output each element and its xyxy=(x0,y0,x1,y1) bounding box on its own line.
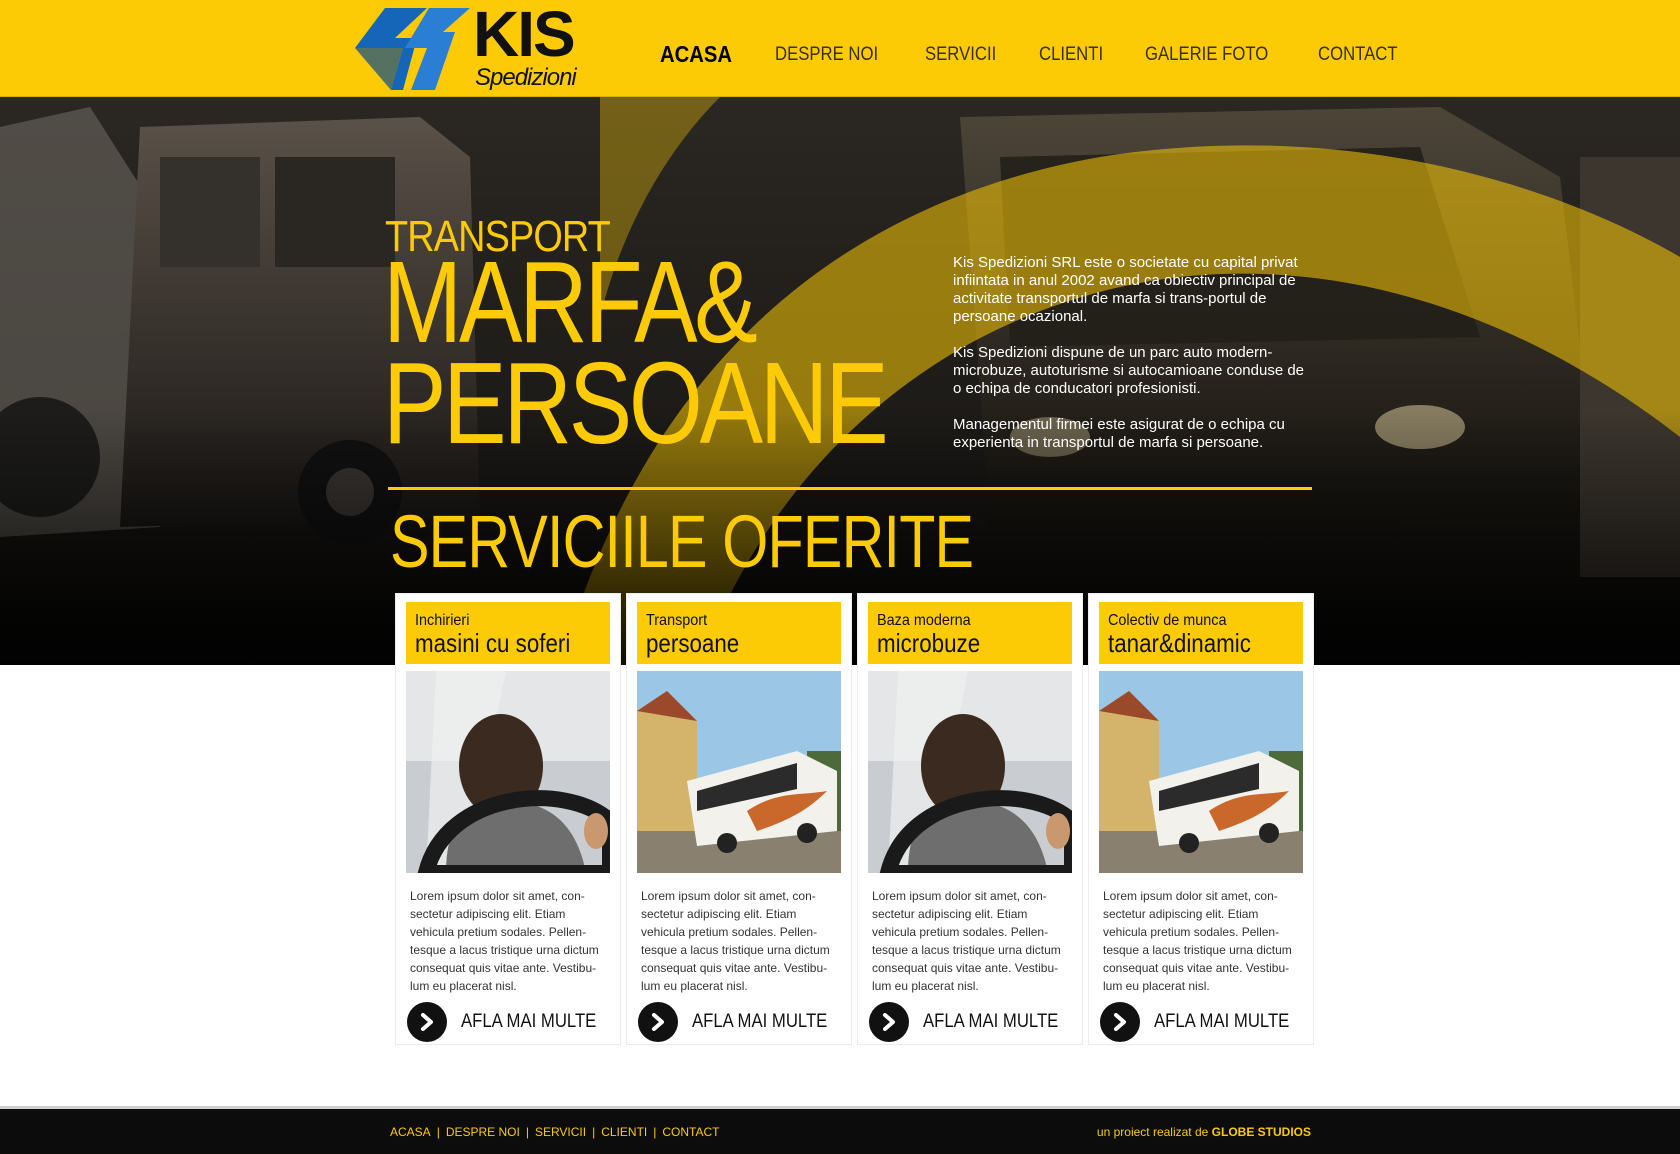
footer-link-contact[interactable]: CONTACT xyxy=(662,1125,719,1139)
read-more-button[interactable] xyxy=(407,1002,447,1042)
nav-item-acasa[interactable]: ACASA xyxy=(660,41,732,68)
service-card: Inchirieri masini cu soferi Lorem ipsum … xyxy=(396,594,620,1044)
read-more-link[interactable]: AFLA MAI MULTE xyxy=(638,1002,846,1042)
hero-divider xyxy=(388,487,1312,490)
service-cards: Inchirieri masini cu soferi Lorem ipsum … xyxy=(396,594,1313,1064)
footer-credit: un proiect realizat de GLOBE STUDIOS xyxy=(1097,1125,1311,1139)
bus-icon xyxy=(637,671,841,873)
chevron-right-icon xyxy=(883,1013,895,1031)
site-header: KIS Spedizioni ACASA DESPRE NOI SERVICII… xyxy=(0,0,1680,97)
hero-description: Kis Spedizioni SRL este o societate cu c… xyxy=(953,254,1313,470)
card-photo-bus[interactable] xyxy=(1099,671,1303,873)
card-title: persoane xyxy=(646,628,740,658)
card-photo-driver[interactable] xyxy=(406,671,610,873)
card-title: microbuze xyxy=(877,628,981,658)
nav-item-clienti[interactable]: CLIENTI xyxy=(1039,44,1103,68)
service-card: Colectiv de munca tanar&dinamic Lorem ip… xyxy=(1089,594,1313,1044)
hero-paragraph: Managementul firmei este asigurat de o e… xyxy=(953,416,1285,451)
read-more-label[interactable]: AFLA MAI MULTE xyxy=(1154,1011,1289,1033)
card-description: Lorem ipsum dolor sit amet, con-sectetur… xyxy=(872,889,1061,993)
read-more-link[interactable]: AFLA MAI MULTE xyxy=(407,1002,615,1042)
main-nav: ACASA DESPRE NOI SERVICII CLIENTI GALERI… xyxy=(660,41,1441,68)
footer-separator: | xyxy=(592,1125,596,1139)
card-description: Lorem ipsum dolor sit amet, con-sectetur… xyxy=(1103,889,1292,993)
footer-credit-link[interactable]: GLOBE STUDIOS xyxy=(1212,1125,1311,1139)
read-more-label[interactable]: AFLA MAI MULTE xyxy=(461,1011,596,1033)
hero-paragraph: Kis Spedizioni SRL este o societate cu c… xyxy=(953,254,1298,325)
read-more-button[interactable] xyxy=(638,1002,678,1042)
logo-mark-icon xyxy=(355,8,470,90)
chevron-right-icon xyxy=(421,1013,433,1031)
driver-icon xyxy=(406,671,610,873)
site-logo[interactable]: KIS Spedizioni xyxy=(355,0,595,94)
footer-link-servicii[interactable]: SERVICII xyxy=(535,1125,586,1139)
card-title-box: Colectiv de munca tanar&dinamic xyxy=(1099,602,1303,664)
hero-paragraph: Kis Spedizioni dispune de un parc auto m… xyxy=(953,344,1305,397)
chevron-right-icon xyxy=(652,1013,664,1031)
hero-banner: TRANSPORT MARFA& PERSOANE Kis Spedizioni… xyxy=(0,97,1680,665)
read-more-link[interactable]: AFLA MAI MULTE xyxy=(869,1002,1077,1042)
read-more-button[interactable] xyxy=(869,1002,909,1042)
footer-separator: | xyxy=(653,1125,657,1139)
read-more-label[interactable]: AFLA MAI MULTE xyxy=(692,1011,827,1033)
chevron-right-icon xyxy=(1114,1013,1126,1031)
hero-title-marfa: MARFA& xyxy=(383,237,758,367)
nav-item-servicii[interactable]: SERVICII xyxy=(925,44,996,68)
read-more-button[interactable] xyxy=(1100,1002,1140,1042)
service-card: Transport persoane Lorem ipsum dolor sit… xyxy=(627,594,851,1044)
card-description: Lorem ipsum dolor sit amet, con-sectetur… xyxy=(641,889,830,993)
footer-link-clienti[interactable]: CLIENTI xyxy=(601,1125,647,1139)
logo-name: KIS xyxy=(473,0,576,70)
bus-icon xyxy=(1099,671,1303,873)
card-description: Lorem ipsum dolor sit amet, con-sectetur… xyxy=(410,889,599,993)
nav-item-despre-noi[interactable]: DESPRE NOI xyxy=(775,44,878,68)
card-photo-bus[interactable] xyxy=(637,671,841,873)
footer-separator: | xyxy=(525,1125,529,1139)
card-title-box: Inchirieri masini cu soferi xyxy=(406,602,610,664)
nav-item-contact[interactable]: CONTACT xyxy=(1318,44,1398,68)
card-title: masini cu soferi xyxy=(415,628,571,658)
read-more-link[interactable]: AFLA MAI MULTE xyxy=(1100,1002,1308,1042)
site-footer: ACASA | DESPRE NOI | SERVICII | CLIENTI … xyxy=(0,1106,1680,1154)
logo-subtitle: Spedizioni xyxy=(475,64,577,91)
card-title-box: Baza moderna microbuze xyxy=(868,602,1072,664)
footer-credit-prefix: un proiect realizat de xyxy=(1096,1125,1212,1139)
footer-link-acasa[interactable]: ACASA xyxy=(390,1125,431,1139)
footer-separator: | xyxy=(436,1125,440,1139)
hero-title-persoane: PERSOANE xyxy=(383,338,889,468)
service-card: Baza moderna microbuze Lorem ipsum dolor… xyxy=(858,594,1082,1044)
nav-item-galerie-foto[interactable]: GALERIE FOTO xyxy=(1145,44,1268,68)
card-photo-driver[interactable] xyxy=(868,671,1072,873)
driver-icon xyxy=(868,671,1072,873)
footer-nav: ACASA | DESPRE NOI | SERVICII | CLIENTI … xyxy=(390,1125,719,1139)
card-title: tanar&dinamic xyxy=(1108,628,1251,658)
services-heading: SERVICIILE OFERITE xyxy=(390,500,974,583)
card-title-box: Transport persoane xyxy=(637,602,841,664)
read-more-label[interactable]: AFLA MAI MULTE xyxy=(923,1011,1058,1033)
footer-link-despre-noi[interactable]: DESPRE NOI xyxy=(446,1125,520,1139)
